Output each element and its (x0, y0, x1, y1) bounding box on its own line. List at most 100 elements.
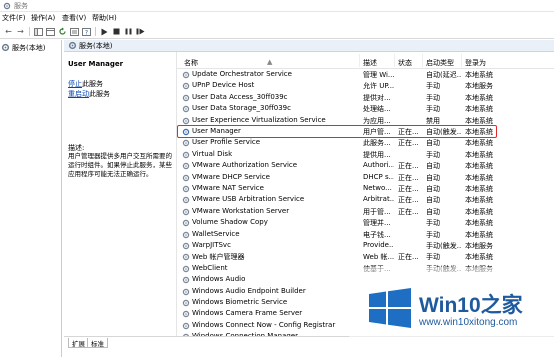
menu-file[interactable]: 文件(F) (2, 13, 26, 23)
service-log-on-as: 本地服务 (465, 82, 493, 91)
service-description: 管理 Wi... (363, 71, 394, 79)
service-gear-icon (182, 208, 190, 215)
service-name: UPnP Device Host (192, 81, 255, 90)
watermark-url: www.win10xitong.com (419, 317, 518, 328)
service-startup-type: 手动 (426, 105, 440, 114)
service-gear-icon (182, 299, 190, 307)
panel-header-label: 服务(本地) (79, 41, 113, 50)
service-row[interactable]: User Data Storage_30ff039c 处理结... 手动 本地系统 (177, 103, 554, 114)
tab-extended[interactable]: 扩展 (68, 338, 89, 348)
watermark-brand-suffix: 之家 (480, 294, 523, 317)
service-row[interactable]: User Data Access_30ff039c 提供对... 手动 本地系统 (177, 92, 554, 103)
service-name: VMware Workstation Server (192, 206, 290, 215)
service-status: 正在... (398, 207, 419, 216)
service-row[interactable]: UPnP Device Host 允许 UP... 手动 本地服务 (177, 80, 554, 91)
help-icon[interactable]: ? (81, 26, 92, 37)
service-description: 用于管... (363, 207, 391, 216)
window-title: 服务 (14, 2, 28, 10)
export-list-icon[interactable] (69, 26, 80, 37)
service-log-on-as: 本地系统 (465, 71, 493, 79)
column-description[interactable]: 描述 (363, 58, 377, 68)
service-gear-icon (182, 322, 190, 329)
console-tree-icon[interactable] (33, 26, 44, 37)
menu-view[interactable]: 查看(V) (62, 13, 86, 23)
pause-service-icon[interactable] (123, 26, 134, 37)
restart-service-link[interactable]: 重启动 (68, 90, 89, 98)
tab-standard[interactable]: 标准 (87, 338, 108, 348)
restart-service-icon[interactable] (135, 26, 146, 37)
service-startup-type: 手动 (426, 82, 440, 91)
console-tree: 服务(本地) (0, 40, 62, 357)
watermark-brand: Win10之家 (419, 289, 523, 319)
service-gear-icon (182, 140, 190, 147)
service-row[interactable]: VMware NAT Service Netwo... 正在... 自动 本地系统 (177, 183, 554, 194)
service-row[interactable]: VMware Workstation Server 用于管... 正在... 自动 本地… (177, 206, 554, 217)
service-log-on-as: 本地系统 (465, 219, 493, 228)
service-description: 电子钱... (363, 230, 391, 239)
service-row[interactable]: VMware DHCP Service DHCP s... 正在... 自动 本地系统 (177, 172, 554, 183)
service-name: VMware DHCP Service (192, 172, 270, 181)
service-description: Web 帐... (363, 253, 394, 262)
service-startup-type: 自动 (426, 185, 440, 193)
service-row[interactable]: WalletService 电子钱... 手动 本地系统 (177, 229, 554, 240)
service-log-on-as: 本地系统 (465, 150, 493, 159)
back-arrow-icon[interactable]: ← (3, 26, 14, 37)
service-gear-icon (182, 162, 190, 170)
service-gear-icon (182, 174, 190, 181)
service-description: Authori... (363, 161, 394, 170)
stop-service-link[interactable]: 停止 (68, 80, 82, 88)
service-startup-type: 手动 (426, 253, 440, 262)
column-name[interactable]: 名称 (184, 58, 198, 68)
service-name: Windows Audio (192, 275, 246, 284)
service-gear-icon (182, 254, 190, 261)
service-startup-type: 自动 (426, 196, 440, 205)
service-log-on-as: 本地系统 (465, 93, 493, 102)
service-startup-type: 自动(延迟... (426, 71, 461, 79)
service-status: 正在... (398, 196, 419, 205)
service-row[interactable]: VMware USB Arbitration Service Arbitrat..… (177, 194, 554, 205)
refresh-icon[interactable] (57, 26, 68, 37)
service-row[interactable]: Virtual Disk 提供用... 手动 本地系统 (177, 149, 554, 160)
service-log-on-as: 本地系统 (465, 253, 493, 262)
description-text: 用户管理器提供多用户交互所需要的运行时组件。如果停止此服务，某些应用程序可能无法… (68, 152, 172, 178)
tree-node-services-local[interactable]: 服务(本地) (1, 42, 61, 53)
service-name: Windows Camera Frame Server (192, 309, 303, 318)
service-status: 正在... (398, 185, 419, 193)
stop-service-line: 停止此服务 (68, 79, 103, 89)
service-log-on-as: 本地系统 (465, 173, 493, 182)
service-name: WebClient (192, 263, 228, 272)
service-name: Windows Audio Endpoint Builder (192, 286, 306, 295)
service-row[interactable]: Web 帐户管理器 Web 帐... 正在... 手动 本地系统 (177, 251, 554, 262)
service-description: 管理并... (363, 219, 391, 228)
service-log-on-as: 本地系统 (465, 105, 493, 114)
sort-ascending-icon: ▲ (267, 58, 273, 66)
list-header: ▲ 名称 描述 状态 启动类型 登录为 (177, 52, 554, 69)
menu-action[interactable]: 操作(A) (31, 13, 55, 23)
service-row[interactable]: User Profile Service 此服务... 正在... 自动 本地系统 (177, 137, 554, 148)
service-gear-icon (182, 242, 190, 250)
service-row[interactable]: WarpJITSvc Provide... 手动(触发... 本地服务 (177, 240, 554, 251)
column-log-on-as[interactable]: 登录为 (465, 58, 486, 68)
stop-service-icon[interactable] (111, 26, 122, 37)
service-name: User Experience Virtualization Service (192, 115, 326, 124)
service-row[interactable]: VMware Authorization Service Authori... 正在… (177, 160, 554, 171)
service-row[interactable]: Update Orchestrator Service 管理 Wi... 自动(延迟… (177, 69, 554, 80)
service-name: VMware Authorization Service (192, 161, 298, 170)
restart-service-line: 重启动此服务 (68, 89, 110, 99)
service-name: Virtual Disk (192, 149, 233, 158)
service-description: DHCP s... (363, 172, 394, 181)
service-row[interactable]: Volume Shadow Copy 管理并... 手动 本地系统 (177, 217, 554, 228)
service-startup-type: 自动 (426, 162, 440, 171)
service-description: 提供用... (363, 150, 391, 159)
column-status[interactable]: 状态 (398, 58, 412, 68)
service-startup-type: 手动 (426, 230, 440, 239)
service-gear-icon (182, 231, 190, 238)
service-gear-icon (182, 117, 190, 124)
forward-arrow-icon[interactable]: → (15, 26, 26, 37)
start-service-icon[interactable] (99, 26, 110, 37)
column-startup-type[interactable]: 启动类型 (426, 58, 454, 68)
stop-service-suffix: 此服务 (82, 80, 103, 88)
show-hide-pane-icon[interactable] (45, 26, 56, 37)
service-gear-icon (182, 288, 190, 295)
menu-help[interactable]: 帮助(H) (92, 13, 117, 23)
